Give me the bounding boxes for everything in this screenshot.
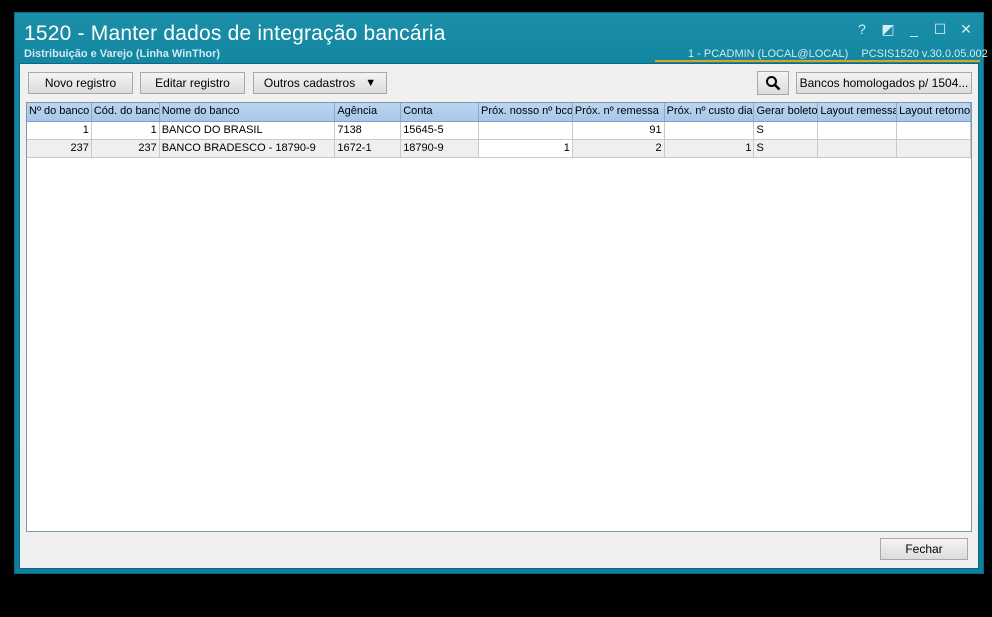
outros-cadastros-button[interactable]: Outros cadastros ▼: [253, 72, 387, 94]
cell-codigo: 1: [91, 122, 160, 140]
cell-prox-remessa: 91: [572, 122, 665, 140]
window-subtitle: Distribuição e Varejo (Linha WinThor): [24, 48, 221, 60]
close-icon[interactable]: ✕: [959, 21, 973, 38]
novo-registro-label: Novo registro: [44, 76, 117, 90]
window-title: 1520 - Manter dados de integração bancár…: [24, 22, 446, 45]
novo-registro-button[interactable]: Novo registro: [28, 72, 133, 94]
col-header[interactable]: Nome do banco: [160, 103, 336, 121]
col-header[interactable]: Agência: [335, 103, 402, 121]
cell-agencia: 7138: [335, 122, 402, 140]
cell-gerar-boleto: S: [754, 122, 819, 140]
table-header: Nº do banco Cód. do banco Nome do banco …: [27, 103, 971, 122]
fechar-button[interactable]: Fechar: [880, 538, 968, 560]
help-icon[interactable]: ?: [855, 21, 869, 38]
cell-agencia: 1672-1: [335, 140, 402, 158]
maximize-icon[interactable]: ☐: [933, 21, 947, 38]
editar-registro-button[interactable]: Editar registro: [140, 72, 245, 94]
cell-layout-remessa: [818, 140, 898, 158]
col-header[interactable]: Conta: [401, 103, 480, 121]
search-icon: [766, 76, 781, 91]
user-label: 1 - PCADMIN (LOCAL@LOCAL): [688, 48, 849, 60]
cell-prox-nosso-numero: [479, 122, 573, 140]
restore-layout-icon[interactable]: ◩: [881, 21, 895, 38]
main-panel: Novo registro Editar registro Outros cad…: [19, 63, 979, 569]
app-window: 1520 - Manter dados de integração bancár…: [14, 12, 988, 574]
cell-prox-nosso-numero: 1: [479, 140, 573, 158]
cell-prox-custo: 1: [664, 140, 755, 158]
cell-layout-retorno: [897, 122, 971, 140]
accent-line: [655, 60, 980, 62]
col-header[interactable]: Nº do banco: [27, 103, 92, 121]
table-row[interactable]: 237 237 BANCO BRADESCO - 18790-9 1672-1 …: [27, 140, 971, 158]
outros-cadastros-label: Outros cadastros: [263, 76, 356, 90]
col-header[interactable]: Cód. do banco: [92, 103, 160, 121]
cell-layout-remessa: [818, 122, 898, 140]
col-header[interactable]: Próx. nº remessa: [573, 103, 665, 121]
session-info: 1 - PCADMIN (LOCAL@LOCAL) PCSIS1520 v.30…: [688, 48, 988, 60]
bancos-homologados-button[interactable]: Bancos homologados p/ 1504...: [796, 72, 972, 94]
cell-numero: 237: [27, 140, 92, 158]
cell-nome: BANCO BRADESCO - 18790-9: [159, 140, 336, 158]
col-header[interactable]: Próx. nosso nº bco: [479, 103, 573, 121]
cell-numero: 1: [27, 122, 92, 140]
col-header[interactable]: Próx. nº custo dia: [665, 103, 755, 121]
col-header[interactable]: Layout remessa: [818, 103, 898, 121]
cell-prox-remessa: 2: [572, 140, 665, 158]
col-header[interactable]: Gerar boleto: [754, 103, 819, 121]
search-button[interactable]: [757, 71, 789, 95]
banks-table: Nº do banco Cód. do banco Nome do banco …: [26, 102, 972, 532]
minimize-icon[interactable]: _: [907, 21, 921, 38]
cell-conta: 18790-9: [401, 140, 480, 158]
fechar-label: Fechar: [905, 542, 943, 556]
cell-gerar-boleto: S: [754, 140, 819, 158]
cell-prox-custo: [664, 122, 755, 140]
table-row[interactable]: 1 1 BANCO DO BRASIL 7138 15645-5 91 S: [27, 122, 971, 140]
cell-conta: 15645-5: [401, 122, 480, 140]
window-controls: ? ◩ _ ☐ ✕: [855, 21, 973, 38]
dropdown-arrow-icon: ▼: [365, 77, 377, 89]
cell-nome: BANCO DO BRASIL: [159, 122, 336, 140]
cell-layout-retorno: [897, 140, 971, 158]
editar-registro-label: Editar registro: [155, 76, 230, 90]
cell-codigo: 237: [91, 140, 160, 158]
bancos-homologados-label: Bancos homologados p/ 1504...: [799, 76, 969, 90]
col-header[interactable]: Layout retorno: [897, 103, 971, 121]
version-label: PCSIS1520 v.30.0.05.002: [861, 48, 988, 60]
